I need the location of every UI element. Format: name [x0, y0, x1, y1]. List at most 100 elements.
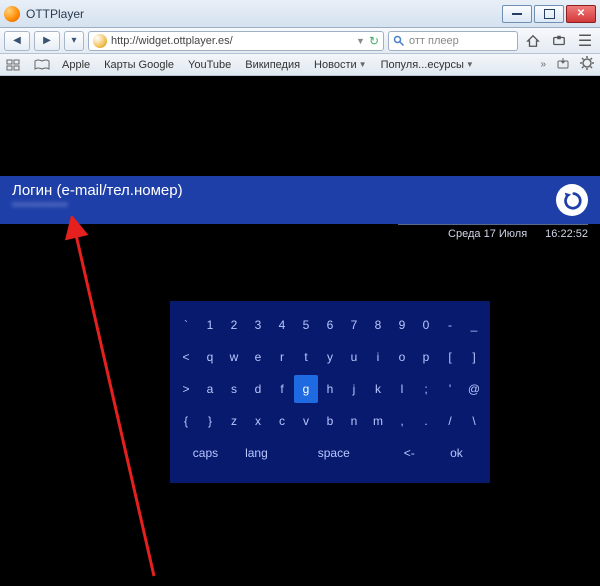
key-d[interactable]: d [246, 375, 270, 403]
key-m[interactable]: m [366, 407, 390, 435]
key-0[interactable]: 0 [414, 311, 438, 339]
key-}[interactable]: } [198, 407, 222, 435]
key-.[interactable]: . [414, 407, 438, 435]
osk-row-4: {}zxcvbnm,./\ [170, 407, 490, 435]
bookmark-bar: Apple Карты Google YouTube Википедия Нов… [0, 54, 600, 76]
key-4[interactable]: 4 [270, 311, 294, 339]
login-bar: Логин (e-mail/тел.номер) ************* [0, 176, 600, 224]
key-i[interactable]: i [366, 343, 390, 371]
bookmark-news[interactable]: Новости▼ [314, 59, 367, 71]
bookmark-popular[interactable]: Популя...есурсы▼ [381, 59, 474, 71]
close-button[interactable] [566, 5, 596, 23]
bookmark-overflow-icon[interactable]: » [540, 59, 546, 70]
bookmark-wikipedia[interactable]: Википедия [245, 59, 300, 71]
key-s[interactable]: s [222, 375, 246, 403]
key-a[interactable]: a [198, 375, 222, 403]
key-_[interactable]: _ [462, 311, 486, 339]
key-k[interactable]: k [366, 375, 390, 403]
search-bar[interactable]: отт плеер [388, 31, 518, 51]
osk-row-3: >asdfghjkl;'@ [170, 375, 490, 403]
bookmark-youtube[interactable]: YouTube [188, 59, 231, 71]
key-`[interactable]: ` [174, 311, 198, 339]
key-space[interactable]: space [282, 439, 386, 467]
key-f[interactable]: f [270, 375, 294, 403]
key-o[interactable]: o [390, 343, 414, 371]
key-'[interactable]: ' [438, 375, 462, 403]
key-\[interactable]: \ [462, 407, 486, 435]
key-backspace[interactable]: <- [386, 439, 433, 467]
annotation-arrow [54, 216, 174, 586]
key-e[interactable]: e [246, 343, 270, 371]
status-line: Среда 17 Июля 16:22:52 [398, 224, 588, 240]
key-v[interactable]: v [294, 407, 318, 435]
url-bar[interactable]: http://widget.ottplayer.es/ ▼ ↻ [88, 31, 384, 51]
login-label: Логин (e-mail/тел.номер) [12, 182, 556, 199]
key-l[interactable]: l [390, 375, 414, 403]
key-r[interactable]: r [270, 343, 294, 371]
key-lang[interactable]: lang [231, 439, 282, 467]
key-z[interactable]: z [222, 407, 246, 435]
key-y[interactable]: y [318, 343, 342, 371]
downloads-icon[interactable] [556, 57, 570, 72]
key-,[interactable]: , [390, 407, 414, 435]
bookmark-google-maps[interactable]: Карты Google [104, 59, 174, 71]
key-n[interactable]: n [342, 407, 366, 435]
url-text: http://widget.ottplayer.es/ [111, 35, 352, 47]
key-u[interactable]: u [342, 343, 366, 371]
key-caps[interactable]: caps [180, 439, 231, 467]
recent-pages-button[interactable]: ▾ [64, 31, 84, 51]
key-w[interactable]: w [222, 343, 246, 371]
home-button[interactable] [522, 31, 544, 51]
bookmark-apple[interactable]: Apple [62, 59, 90, 71]
status-time: 16:22:52 [545, 228, 588, 240]
minimize-button[interactable] [502, 5, 532, 23]
key-8[interactable]: 8 [366, 311, 390, 339]
back-button[interactable]: ◀ [4, 31, 30, 51]
reading-list-icon[interactable] [34, 59, 48, 71]
menu-button[interactable]: ☰ [574, 31, 596, 51]
key-c[interactable]: c [270, 407, 294, 435]
key-1[interactable]: 1 [198, 311, 222, 339]
key--[interactable]: - [438, 311, 462, 339]
key-][interactable]: ] [462, 343, 486, 371]
key-<[interactable]: < [174, 343, 198, 371]
url-dropdown-icon[interactable]: ▼ [356, 36, 365, 46]
window-titlebar: OTTPlayer [0, 0, 600, 28]
forward-button[interactable]: ▶ [34, 31, 60, 51]
key-p[interactable]: p [414, 343, 438, 371]
maximize-button[interactable] [534, 5, 564, 23]
reload-icon[interactable]: ↻ [369, 34, 379, 48]
key-7[interactable]: 7 [342, 311, 366, 339]
app-viewport: Логин (e-mail/тел.номер) ************* С… [0, 76, 600, 572]
key-b[interactable]: b [318, 407, 342, 435]
key-{[interactable]: { [174, 407, 198, 435]
settings-gear-icon[interactable] [580, 56, 594, 73]
key-g[interactable]: g [294, 375, 318, 403]
key-9[interactable]: 9 [390, 311, 414, 339]
key-2[interactable]: 2 [222, 311, 246, 339]
key-ok[interactable]: ok [433, 439, 480, 467]
navigation-toolbar: ◀ ▶ ▾ http://widget.ottplayer.es/ ▼ ↻ от… [0, 28, 600, 54]
addons-button[interactable] [548, 31, 570, 51]
bookmarks-menu-icon[interactable] [6, 59, 20, 71]
key-;[interactable]: ; [414, 375, 438, 403]
search-placeholder: отт плеер [409, 35, 459, 47]
key-5[interactable]: 5 [294, 311, 318, 339]
status-date: Среда 17 Июля [448, 228, 527, 240]
key-x[interactable]: x [246, 407, 270, 435]
key-[[interactable]: [ [438, 343, 462, 371]
key-h[interactable]: h [318, 375, 342, 403]
search-icon [393, 35, 405, 47]
key-@[interactable]: @ [462, 375, 486, 403]
key-j[interactable]: j [342, 375, 366, 403]
login-value[interactable]: ************* [12, 201, 556, 213]
key-3[interactable]: 3 [246, 311, 270, 339]
osk-row-1: `1234567890-_ [170, 311, 490, 339]
key-6[interactable]: 6 [318, 311, 342, 339]
key-t[interactable]: t [294, 343, 318, 371]
back-nav-button[interactable] [556, 184, 588, 216]
key->[interactable]: > [174, 375, 198, 403]
key-/[interactable]: / [438, 407, 462, 435]
key-q[interactable]: q [198, 343, 222, 371]
site-favicon [93, 34, 107, 48]
